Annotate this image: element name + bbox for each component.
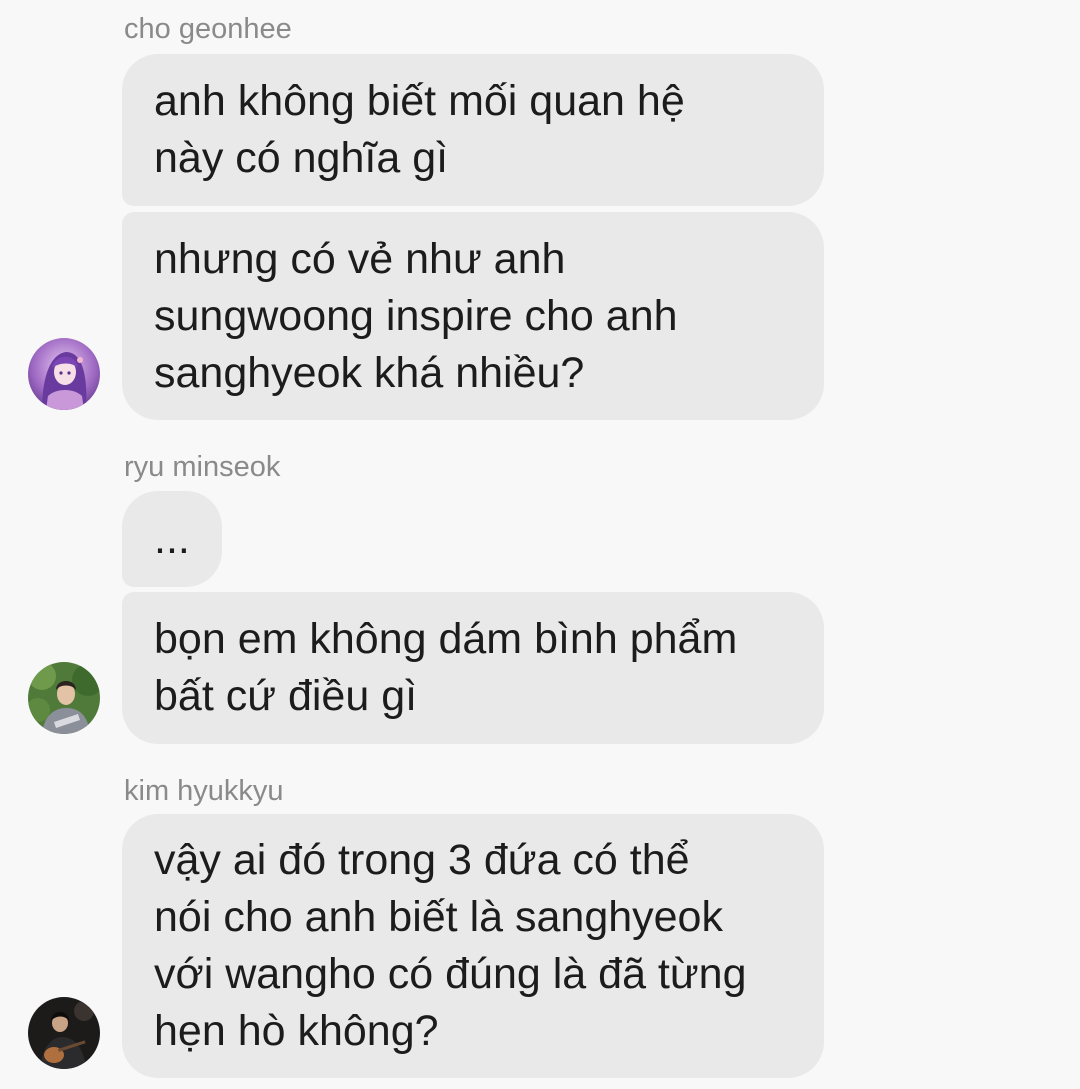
sender-name: cho geonhee (124, 13, 292, 45)
message-text-line: nói cho anh biết là sanghyeok (154, 893, 723, 941)
message-text-line: bất cứ điều gì (154, 672, 418, 720)
message-text-line: vậy ai đó trong 3 đứa có thể (154, 836, 690, 884)
sender-name: ryu minseok (124, 451, 281, 483)
anime-girl-avatar-icon[interactable] (28, 338, 100, 410)
message-text-line: anh không biết mối quan hệ (154, 77, 685, 125)
message-text-line: này có nghĩa gì (154, 134, 449, 182)
person-guitar-avatar-icon[interactable] (28, 997, 100, 1069)
person-photo-avatar-icon[interactable] (28, 662, 100, 734)
message-text-line: bọn em không dám bình phẩm (154, 615, 738, 663)
message-text-line: sungwoong inspire cho anh (154, 291, 678, 340)
sender-name: kim hyukkyu (124, 775, 284, 807)
message-text-line: với wangho có đúng là đã từng (154, 950, 747, 998)
message-text-line: hẹn hò không? (154, 1007, 439, 1055)
message-bubble[interactable]: bọn em không dám bình phẩm bất cứ điều g… (122, 592, 824, 744)
message-bubble[interactable]: ... (122, 491, 222, 587)
message-text-line: ... (154, 514, 190, 563)
message-bubble[interactable]: anh không biết mối quan hệ này có nghĩa … (122, 54, 824, 206)
message-bubble[interactable]: nhưng có vẻ như anh sungwoong inspire ch… (122, 212, 824, 420)
message-text-line: nhưng có vẻ như anh (154, 234, 566, 283)
message-text-line: sanghyeok khá nhiều? (154, 348, 585, 397)
message-bubble[interactable]: vậy ai đó trong 3 đứa có thể nói cho anh… (122, 814, 824, 1078)
